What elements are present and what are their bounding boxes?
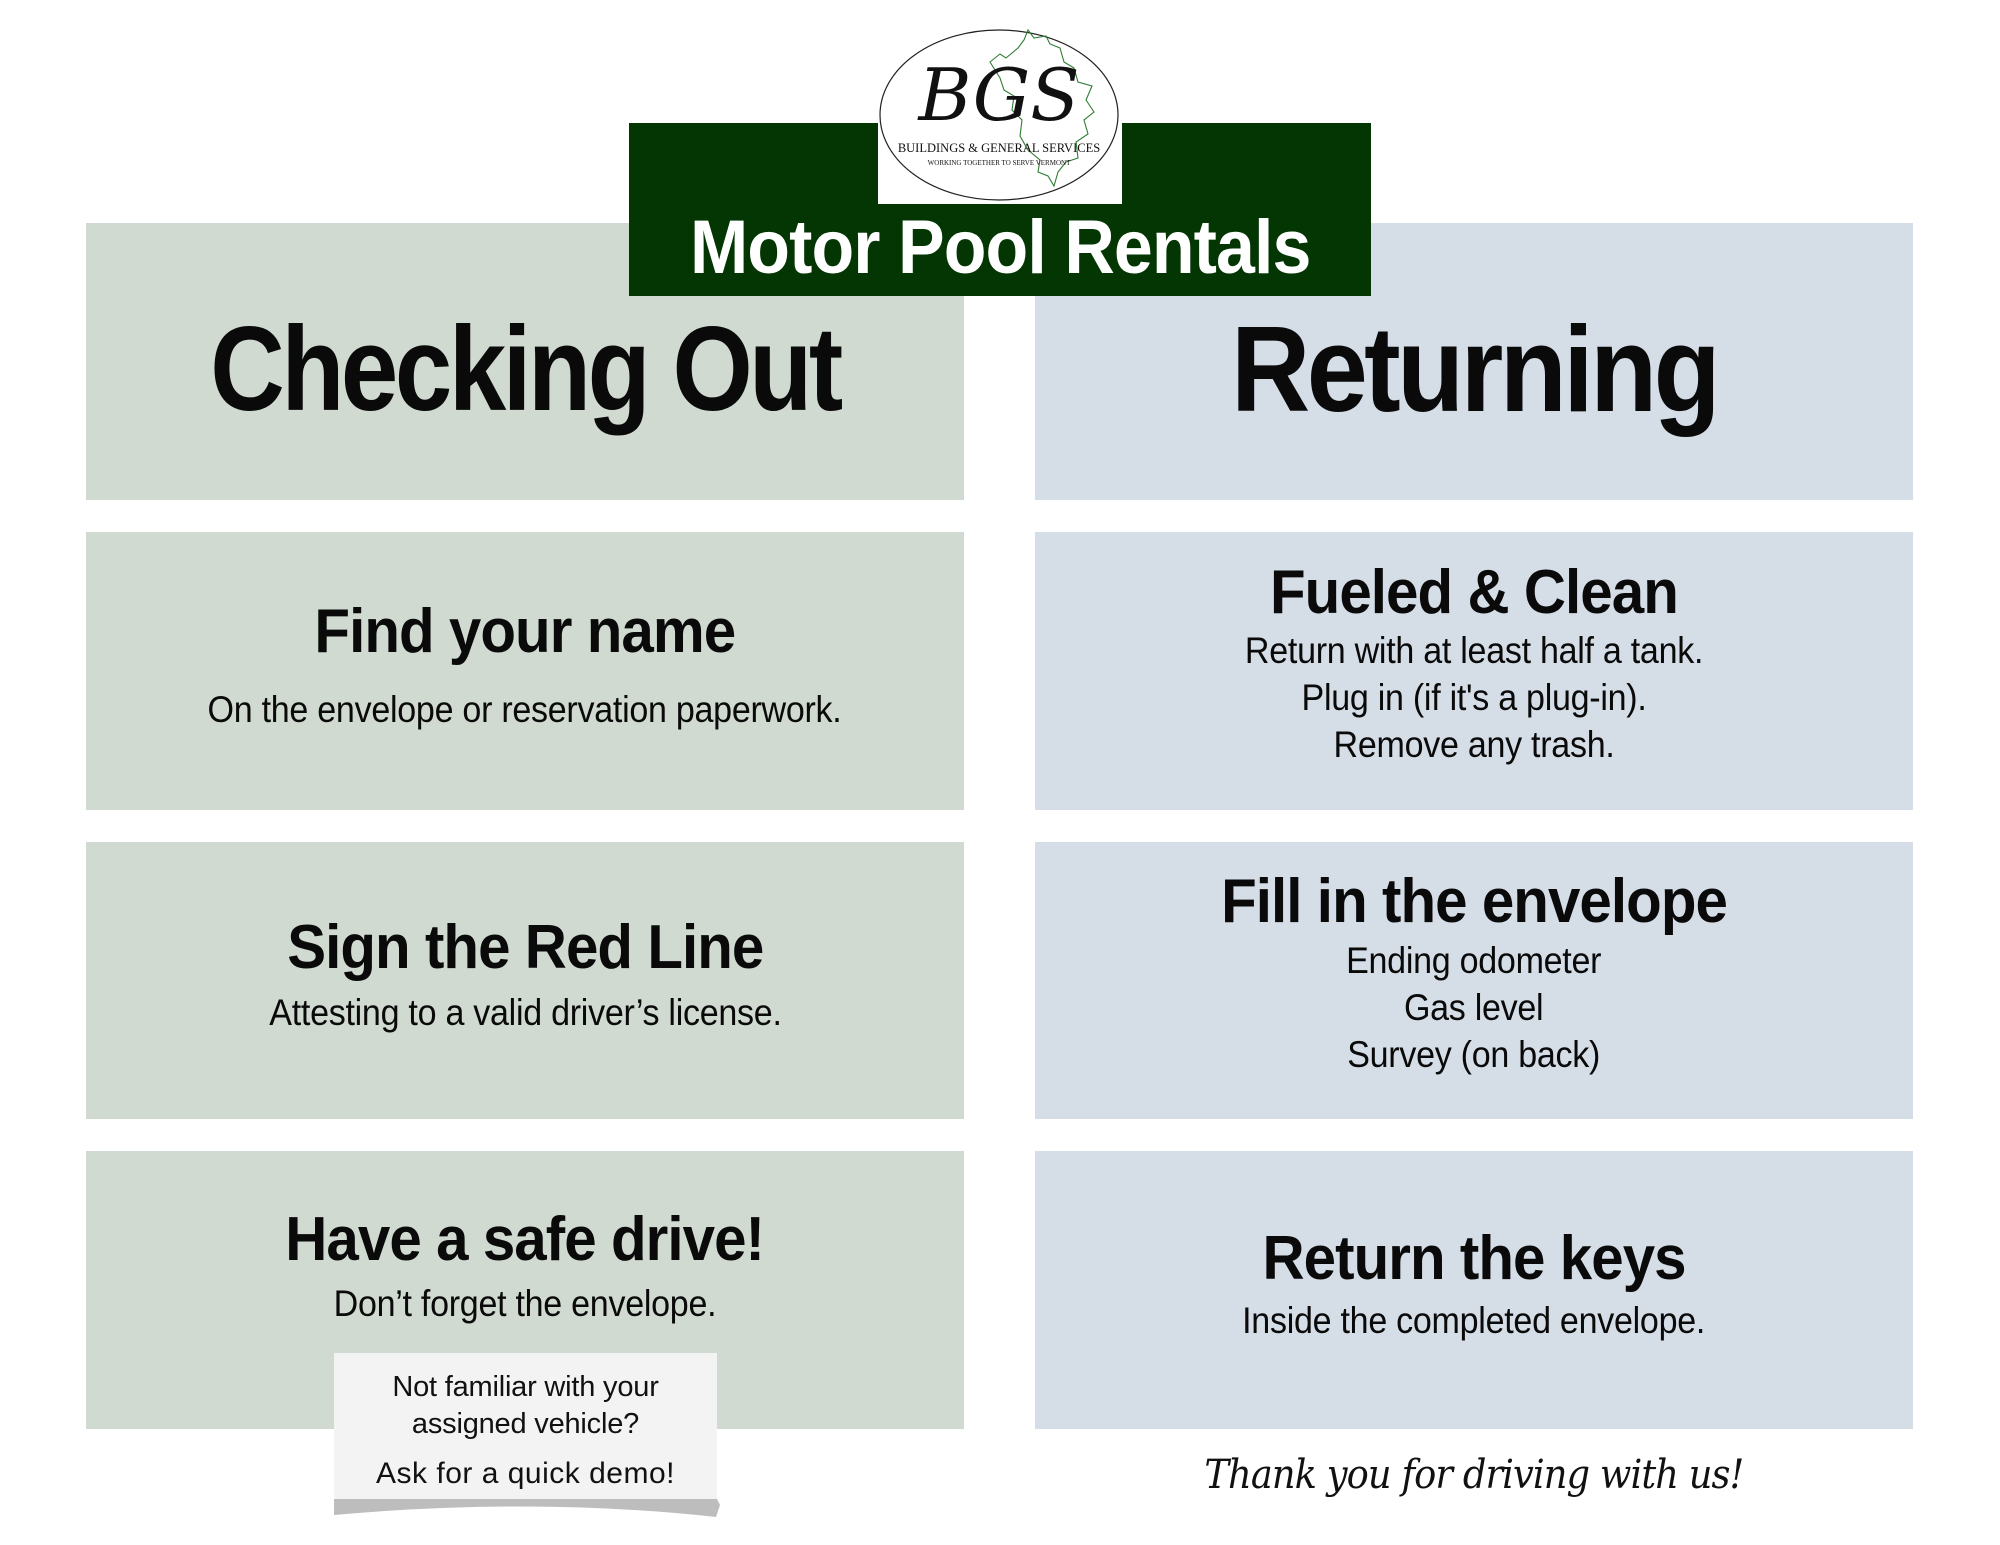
step-line: Gas level — [1404, 986, 1544, 1028]
logo-graphic: BGS BUILDINGS & GENERAL SERVICES WORKING… — [879, 28, 1119, 201]
step-line: Plug in (if it's a plug-in). — [1301, 677, 1647, 719]
step-line: Survey (on back) — [1347, 1033, 1601, 1075]
returning-heading: Returning — [1230, 300, 1721, 437]
step-title: Return the keys — [1262, 1223, 1686, 1293]
step-line: Don’t forget the envelope. — [333, 1283, 717, 1325]
note-answer: Ask for a quick demo! — [376, 1457, 675, 1490]
checkout-step-find-name: Find your name On the envelope or reserv… — [86, 532, 964, 810]
thank-you-message: Thank you for driving with us! — [1035, 1452, 1913, 1498]
page-title-text: Motor Pool Rentals — [689, 205, 1311, 290]
logo-monogram: BGS — [916, 53, 1079, 137]
step-description: Inside the completed envelope. — [1243, 1297, 1706, 1344]
step-title: Fueled & Clean — [1270, 557, 1679, 627]
return-step-fueled-clean: Fueled & Clean Return with at least half… — [1035, 532, 1913, 810]
step-line: Remove any trash. — [1333, 724, 1615, 766]
step-description: Don’t forget the envelope. — [334, 1280, 717, 1327]
note-curl-shadow — [334, 1499, 720, 1517]
step-description: Ending odometer Gas level Survey (on bac… — [1346, 937, 1601, 1078]
note-question-line-2: assigned vehicle? — [411, 1408, 640, 1440]
logo-name: BUILDINGS & GENERAL SERVICES — [898, 141, 1100, 155]
step-line: Return with at least half a tank. — [1244, 630, 1704, 672]
step-title: Have a safe drive! — [285, 1205, 766, 1274]
return-step-return-keys: Return the keys Inside the completed env… — [1035, 1151, 1913, 1429]
bgs-logo: BGS BUILDINGS & GENERAL SERVICES WORKING… — [878, 0, 1122, 204]
thank-you-text: Thank you for driving with us! — [1204, 1452, 1745, 1498]
logo-tagline: WORKING TOGETHER TO SERVE VERMONT — [928, 159, 1071, 167]
note-question-line-1: Not familiar with your — [392, 1371, 659, 1403]
step-line: Inside the completed envelope. — [1242, 1300, 1706, 1342]
step-title: Sign the Red Line — [286, 913, 764, 983]
step-description: Return with at least half a tank. Plug i… — [1244, 627, 1704, 768]
step-title: Find your name — [314, 596, 737, 666]
vehicle-demo-note: Not familiar with your assigned vehicle?… — [334, 1353, 717, 1499]
return-step-fill-envelope: Fill in the envelope Ending odometer Gas… — [1035, 842, 1913, 1119]
step-line: On the envelope or reservation paperwork… — [208, 689, 842, 731]
step-description: Attesting to a valid driver’s license. — [268, 989, 782, 1036]
step-line: Attesting to a valid driver’s license. — [268, 991, 782, 1033]
checkout-step-sign-red-line: Sign the Red Line Attesting to a valid d… — [86, 842, 964, 1119]
step-title: Fill in the envelope — [1221, 867, 1728, 937]
step-line: Ending odometer — [1346, 939, 1602, 981]
checking-out-heading: Checking Out — [210, 301, 843, 436]
step-description: On the envelope or reservation paperwork… — [208, 686, 842, 733]
page-title: Motor Pool Rentals — [0, 204, 2000, 292]
